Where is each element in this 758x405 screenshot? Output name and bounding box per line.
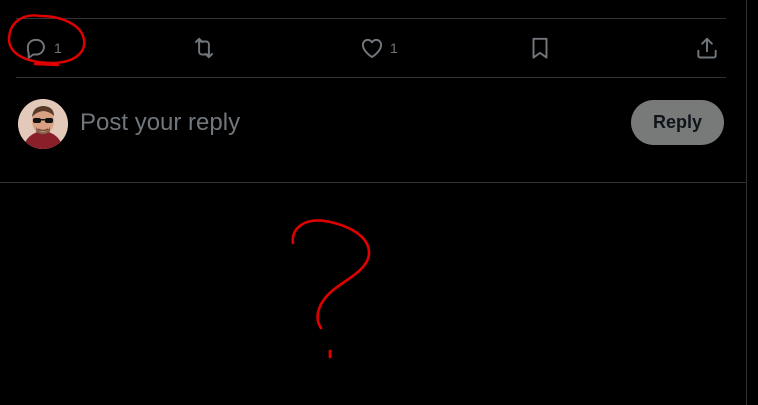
annotation-question-mark [291, 219, 371, 330]
divider [16, 77, 726, 78]
reply-button[interactable]: Reply [631, 100, 724, 145]
repost-action-button[interactable] [191, 34, 217, 62]
share-action-button[interactable] [694, 34, 720, 62]
bookmark-icon [527, 35, 553, 61]
reply-action-button[interactable]: 1 [23, 34, 62, 62]
bookmark-action-button[interactable] [527, 34, 553, 62]
reply-input[interactable]: Post your reply [80, 107, 240, 139]
divider [0, 182, 746, 183]
share-upload-icon [694, 35, 720, 61]
speech-bubble-icon [23, 35, 49, 61]
repost-arrows-icon [191, 35, 217, 61]
column-border [746, 0, 747, 405]
like-action-button[interactable]: 1 [359, 34, 398, 62]
reply-count: 1 [54, 40, 62, 56]
avatar[interactable] [18, 99, 68, 149]
like-count: 1 [390, 40, 398, 56]
divider [16, 18, 726, 19]
tweet-detail-page: 1 1 Post your reply Reply [0, 0, 758, 405]
heart-icon [359, 35, 385, 61]
